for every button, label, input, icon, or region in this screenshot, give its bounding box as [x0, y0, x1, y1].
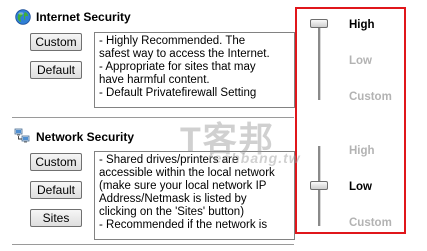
network-level-low[interactable]: Low	[349, 181, 372, 193]
internet-slider-track[interactable]	[318, 20, 321, 100]
internet-level-custom[interactable]: Custom	[349, 91, 392, 103]
internet-security-title: Internet Security	[36, 10, 131, 24]
internet-security-description: - Highly Recommended. The safest way to …	[94, 32, 295, 108]
description-line: have harmful content.	[99, 73, 210, 86]
watermark: T客邦 techbang.tw	[180, 112, 300, 166]
network-security-title: Network Security	[36, 130, 135, 144]
description-line: - Appropriate for sites that may	[99, 60, 256, 73]
internet-default-button[interactable]: Default	[30, 61, 82, 79]
description-line: clicking on the 'Sites' button)	[99, 205, 245, 218]
network-computers-icon	[14, 128, 30, 144]
description-line: accessible within the local network	[99, 166, 275, 179]
security-level-highlight	[295, 7, 406, 234]
description-line: - Default Privatefirewall Setting	[99, 86, 257, 99]
network-custom-button[interactable]: Custom	[30, 153, 82, 171]
internet-level-high[interactable]: High	[349, 19, 375, 31]
network-level-custom[interactable]: Custom	[349, 217, 392, 229]
description-line: safest way to access the Internet.	[99, 47, 270, 60]
description-line: Address/Netmask is listed by	[99, 192, 247, 205]
sites-button[interactable]: Sites	[30, 209, 82, 227]
network-default-button[interactable]: Default	[30, 181, 82, 199]
description-line: - Recommended if the network is	[99, 218, 268, 231]
globe-icon	[15, 9, 31, 25]
description-line: (make sure your local network IP	[99, 179, 267, 192]
network-slider-thumb[interactable]	[310, 181, 328, 190]
description-line: - Highly Recommended. The	[99, 35, 246, 47]
internet-custom-button[interactable]: Custom	[30, 33, 82, 51]
watermark-url: techbang.tw	[208, 150, 301, 166]
network-level-high[interactable]: High	[349, 145, 375, 157]
internet-level-low[interactable]: Low	[349, 55, 372, 67]
internet-slider-thumb[interactable]	[310, 19, 328, 28]
section-divider	[12, 244, 294, 245]
